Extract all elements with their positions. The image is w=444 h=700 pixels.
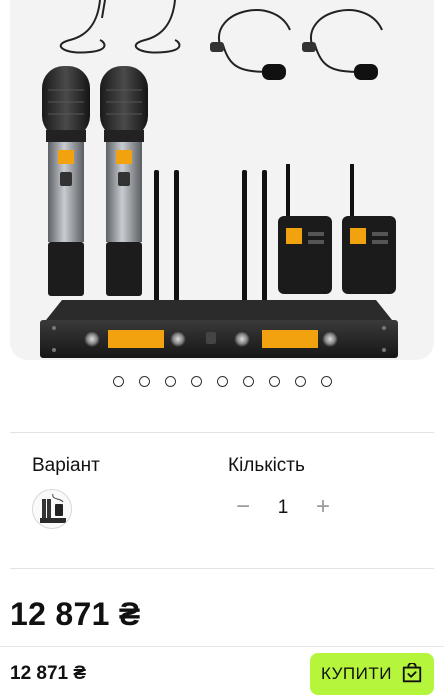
pagination-dot[interactable] bbox=[138, 376, 150, 387]
pagination-dot[interactable] bbox=[112, 376, 124, 387]
bottom-price: 12 871 ₴ bbox=[10, 663, 87, 684]
lavalier-mic-right bbox=[134, 0, 181, 54]
variant-option-thumbnail[interactable] bbox=[32, 489, 72, 529]
lavalier-mic-left bbox=[59, 0, 106, 54]
gallery-pagination bbox=[0, 376, 444, 387]
bodypack-transmitter-2 bbox=[342, 164, 396, 294]
pagination-dot[interactable] bbox=[294, 376, 306, 387]
product-price: 12 871 ₴ bbox=[10, 596, 141, 632]
product-image-gallery[interactable] bbox=[10, 0, 434, 360]
handheld-mic-1 bbox=[42, 66, 90, 296]
product-image bbox=[40, 0, 398, 358]
pagination-dot[interactable] bbox=[268, 376, 280, 387]
cart-check-icon bbox=[402, 663, 422, 683]
buy-button[interactable]: КУПИТИ bbox=[310, 653, 434, 695]
handheld-mic-2 bbox=[100, 66, 148, 296]
quantity-value: 1 bbox=[277, 497, 289, 518]
variant-thumbnail-image bbox=[40, 493, 66, 523]
bodypack-transmitter-1 bbox=[278, 164, 332, 294]
pagination-dot[interactable] bbox=[320, 376, 332, 387]
rack-receiver bbox=[40, 300, 398, 358]
plus-icon[interactable]: + bbox=[308, 490, 338, 526]
buy-button-label: КУПИТИ bbox=[321, 664, 392, 683]
variant-label: Варіант bbox=[32, 455, 100, 476]
divider bbox=[10, 432, 434, 433]
minus-icon[interactable]: − bbox=[228, 490, 258, 526]
divider bbox=[10, 568, 434, 569]
bottom-buy-bar: 12 871 ₴ КУПИТИ bbox=[0, 646, 444, 700]
receiver-antennas bbox=[154, 170, 267, 305]
headset-mic-left bbox=[217, 9, 291, 73]
quantity-label: Кількість bbox=[228, 455, 305, 476]
pagination-dot[interactable] bbox=[216, 376, 228, 387]
pagination-dot[interactable] bbox=[242, 376, 254, 387]
pagination-dot[interactable] bbox=[164, 376, 176, 387]
pagination-dot[interactable] bbox=[190, 376, 202, 387]
headset-mic-right bbox=[309, 9, 383, 73]
quantity-stepper: − 1 + bbox=[228, 490, 338, 526]
